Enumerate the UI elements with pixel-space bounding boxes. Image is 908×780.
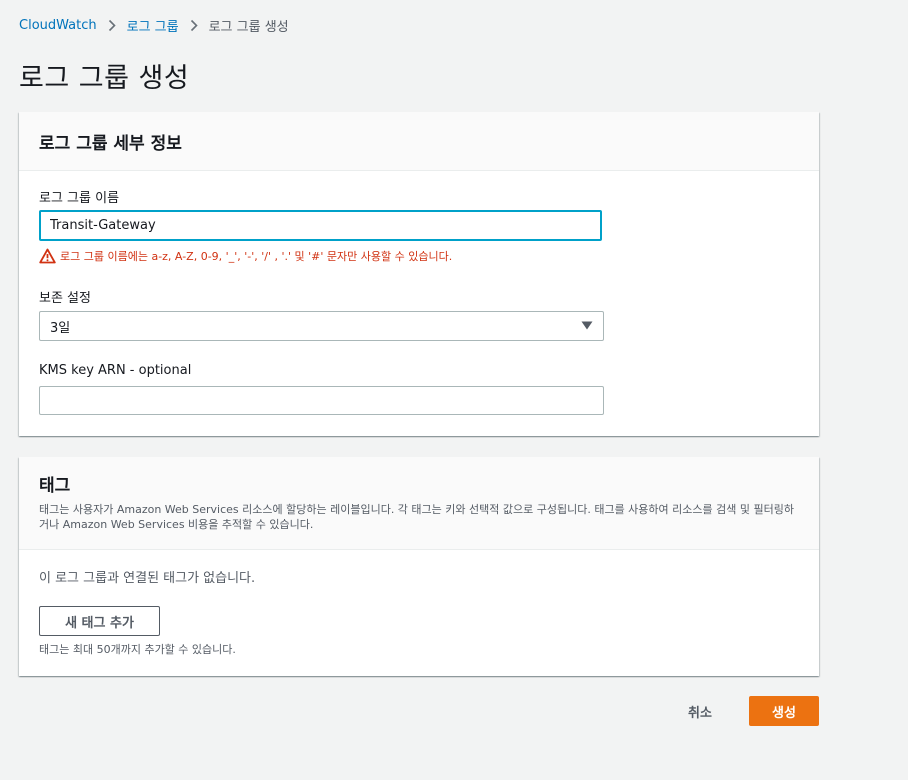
breadcrumb: CloudWatch 로그 그룹 로그 그룹 생성	[19, 16, 289, 35]
breadcrumb-log-groups[interactable]: 로그 그룹	[127, 16, 179, 35]
retention-select[interactable]: 3일	[39, 311, 604, 341]
validation-error-text: 로그 그룹 이름에는 a-z, A-Z, 0-9, '_', '-', '/' …	[60, 250, 453, 263]
tags-panel: 태그 태그는 사용자가 Amazon Web Services 리소스에 할당하…	[19, 457, 819, 676]
panel-title: 태그	[39, 476, 71, 496]
chevron-right-icon	[179, 19, 209, 32]
panel-header: 태그 태그는 사용자가 Amazon Web Services 리소스에 할당하…	[19, 457, 819, 550]
page-title: 로그 그룹 생성	[19, 63, 190, 94]
panel-header: 로그 그룹 세부 정보	[19, 112, 819, 171]
validation-error: 로그 그룹 이름에는 a-z, A-Z, 0-9, '_', '-', '/' …	[39, 248, 452, 264]
log-group-name-input[interactable]	[39, 210, 602, 241]
chevron-right-icon	[97, 19, 127, 32]
caret-down-icon	[581, 319, 593, 334]
kms-key-input[interactable]	[39, 386, 604, 415]
cancel-button[interactable]: 취소	[688, 702, 712, 721]
log-group-name-label: 로그 그룹 이름	[39, 191, 120, 206]
retention-selected-value: 3일	[50, 320, 71, 336]
retention-label: 보존 설정	[39, 291, 91, 306]
no-tags-message: 이 로그 그룹과 연결된 태그가 없습니다.	[39, 571, 256, 586]
breadcrumb-cloudwatch[interactable]: CloudWatch	[19, 18, 97, 33]
panel-title: 로그 그룹 세부 정보	[39, 133, 182, 154]
log-group-details-panel: 로그 그룹 세부 정보 로그 그룹 이름 로그 그룹 이름에는 a-z, A-Z…	[19, 112, 819, 436]
kms-key-label: KMS key ARN - optional	[39, 363, 192, 378]
add-tag-button[interactable]: 새 태그 추가	[39, 606, 160, 636]
tags-description: 태그는 사용자가 Amazon Web Services 리소스에 할당하는 레…	[39, 503, 794, 531]
breadcrumb-current: 로그 그룹 생성	[208, 20, 289, 35]
tag-limit-hint: 태그는 최대 50개까지 추가할 수 있습니다.	[39, 643, 236, 656]
warning-icon	[39, 248, 56, 264]
create-button[interactable]: 생성	[749, 696, 819, 726]
